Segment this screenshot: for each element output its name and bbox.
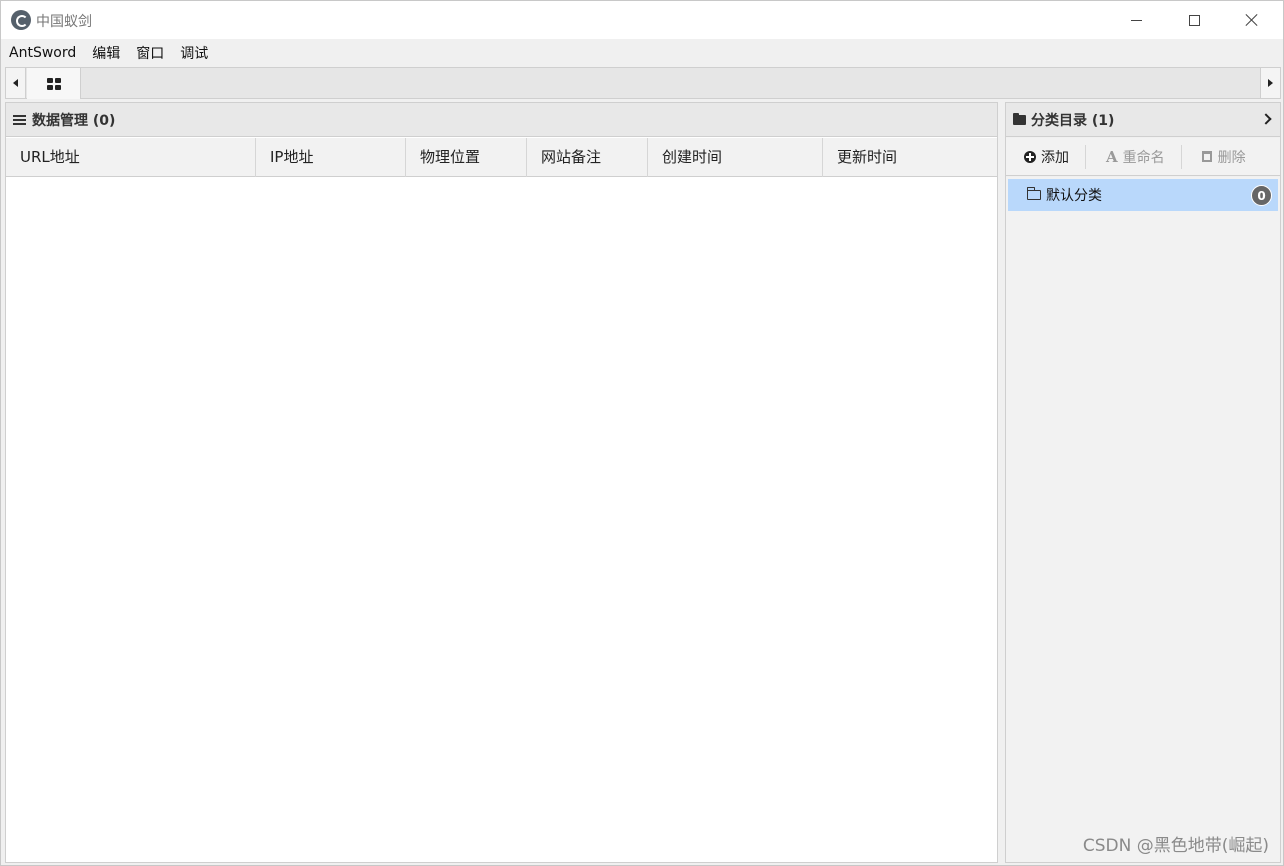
add-category-button[interactable]: 添加 (1014, 145, 1079, 169)
folder-open-icon (1027, 187, 1041, 200)
add-category-label: 添加 (1041, 149, 1069, 166)
data-panel-title: 数据管理 (0) (32, 112, 116, 129)
column-header-ip[interactable]: IP地址 (256, 138, 406, 177)
column-header-row: URL地址 IP地址 物理位置 网站备注 创建时间 更新时间 (6, 138, 997, 177)
plus-circle-icon (1024, 150, 1036, 163)
category-item-default[interactable]: 默认分类 0 (1008, 179, 1278, 211)
column-header-note[interactable]: 网站备注 (527, 138, 648, 177)
category-toolbar: 添加 A 重命名 删除 (1006, 138, 1280, 176)
category-panel: 分类目录 (1) 添加 A 重命名 删除 默认分类 0 (1005, 102, 1281, 863)
column-header-location[interactable]: 物理位置 (406, 138, 527, 177)
category-panel-header: 分类目录 (1) (1006, 103, 1280, 137)
title-bar[interactable]: 中国蚁剑 (1, 1, 1283, 39)
rename-category-button[interactable]: A 重命名 (1085, 144, 1175, 169)
close-button[interactable] (1223, 1, 1281, 39)
triangle-left-icon (13, 79, 18, 87)
trash-icon (1201, 151, 1212, 162)
font-icon: A (1106, 147, 1118, 166)
column-header-url[interactable]: URL地址 (6, 138, 256, 177)
watermark: CSDN @黑色地带(崛起) (1082, 836, 1269, 856)
data-grid-body[interactable] (6, 178, 997, 862)
window-title: 中国蚁剑 (36, 14, 92, 30)
menu-bar: AntSword 编辑 窗口 调试 (1, 39, 1283, 66)
list-icon (13, 114, 26, 125)
data-management-panel: 数据管理 (0) URL地址 IP地址 物理位置 网站备注 创建时间 更新时间 (5, 102, 998, 863)
collapse-panel-chevron-right-icon[interactable] (1260, 113, 1272, 125)
column-header-updated[interactable]: 更新时间 (823, 138, 997, 177)
app-window: 中国蚁剑 AntSword 编辑 窗口 调试 数据管理 (0) URL地址 IP… (0, 0, 1284, 866)
menu-antsword[interactable]: AntSword (9, 45, 76, 61)
category-item-label: 默认分类 (1046, 188, 1102, 204)
menu-window[interactable]: 窗口 (136, 43, 164, 63)
column-header-created[interactable]: 创建时间 (648, 138, 823, 177)
data-panel-header: 数据管理 (0) (6, 103, 997, 137)
delete-category-button[interactable]: 删除 (1180, 144, 1256, 169)
tab-scroll-right-button[interactable] (1260, 68, 1280, 98)
folder-icon (1013, 112, 1026, 125)
tab-scroll-left-button[interactable] (6, 68, 26, 98)
category-panel-title: 分类目录 (1) (1031, 112, 1115, 129)
menu-edit[interactable]: 编辑 (92, 43, 120, 63)
grid-icon (46, 77, 61, 90)
maximize-icon (1188, 14, 1200, 26)
category-tree: 默认分类 0 (1006, 177, 1280, 862)
count-badge: 0 (1251, 185, 1272, 206)
maximize-button[interactable] (1165, 1, 1223, 39)
minimize-button[interactable] (1107, 1, 1165, 39)
rename-category-label: 重命名 (1122, 149, 1165, 166)
close-icon (1245, 13, 1259, 27)
minimize-icon (1130, 19, 1142, 21)
menu-debug[interactable]: 调试 (180, 43, 208, 63)
tab-home[interactable] (27, 68, 81, 99)
triangle-right-icon (1268, 79, 1273, 87)
tab-strip (5, 67, 1281, 99)
delete-category-label: 删除 (1217, 149, 1246, 166)
antsword-logo-icon (11, 10, 31, 30)
